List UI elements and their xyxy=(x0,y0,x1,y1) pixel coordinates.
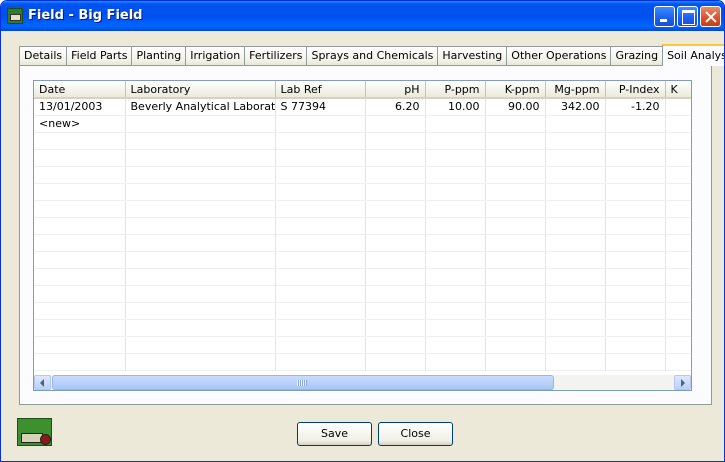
scroll-right-icon[interactable] xyxy=(674,375,691,390)
empty-cell[interactable] xyxy=(425,115,486,133)
col-header-p-ppm[interactable]: P-ppm xyxy=(425,81,486,99)
empty-cell[interactable] xyxy=(275,115,366,133)
horizontal-scrollbar[interactable] xyxy=(34,375,691,390)
cell-new-row[interactable]: <new> xyxy=(34,115,126,133)
minimize-button[interactable] xyxy=(654,6,675,27)
scrollbar-thumb[interactable] xyxy=(52,375,554,390)
col-header-laboratory[interactable]: Laboratory xyxy=(125,81,276,99)
empty-row xyxy=(34,268,691,286)
cell-date[interactable]: 13/01/2003 xyxy=(34,98,126,116)
col-header-ph[interactable]: pH xyxy=(365,81,426,99)
tab-sprays-and-chemicals[interactable]: Sprays and Chemicals xyxy=(306,46,439,66)
table-row[interactable]: 13/01/2003 Beverly Analytical Laborato..… xyxy=(34,98,691,116)
empty-row xyxy=(34,217,691,235)
col-header-k-ppm[interactable]: K-ppm xyxy=(485,81,546,99)
cell-lab-ref[interactable]: S 77394 xyxy=(275,98,366,116)
cell-p-ppm[interactable]: 10.00 xyxy=(425,98,486,116)
field-window: Field - Big Field Details Field Parts Plan… xyxy=(0,0,725,462)
empty-row xyxy=(34,285,691,303)
cell-ph[interactable]: 6.20 xyxy=(365,98,426,116)
empty-row xyxy=(34,336,691,354)
empty-cell[interactable] xyxy=(125,115,276,133)
empty-cell[interactable] xyxy=(485,115,546,133)
col-header-k-index[interactable]: K xyxy=(665,81,691,99)
cell-k-index[interactable] xyxy=(665,98,691,116)
empty-row xyxy=(34,302,691,320)
empty-cell[interactable] xyxy=(665,115,691,133)
empty-cell[interactable] xyxy=(605,115,666,133)
close-window-button[interactable] xyxy=(700,6,721,27)
empty-row xyxy=(34,166,691,184)
window-title: Field - Big Field xyxy=(28,8,143,23)
cell-mg-ppm[interactable]: 342.00 xyxy=(545,98,606,116)
save-button[interactable]: Save xyxy=(297,422,372,446)
empty-row xyxy=(34,251,691,269)
tab-details[interactable]: Details xyxy=(19,46,68,66)
empty-row xyxy=(34,319,691,337)
tab-planting[interactable]: Planting xyxy=(131,46,187,66)
soil-analysis-grid[interactable]: Date Laboratory Lab Ref pH P-ppm K-ppm M… xyxy=(33,80,692,391)
cell-k-ppm[interactable]: 90.00 xyxy=(485,98,546,116)
empty-row xyxy=(34,132,691,150)
grid-header-row: Date Laboratory Lab Ref pH P-ppm K-ppm M… xyxy=(34,81,691,99)
tab-fertilizers[interactable]: Fertilizers xyxy=(244,46,308,66)
tab-soil-analysis[interactable]: Soil Analysis xyxy=(662,44,724,66)
scrollbar-grip-icon xyxy=(297,380,307,386)
empty-row xyxy=(34,234,691,252)
col-header-p-index[interactable]: P-Index xyxy=(605,81,666,99)
tab-strip: Details Field Parts Planting Irrigation Fert… xyxy=(19,44,724,66)
title-bar[interactable]: Field - Big Field xyxy=(1,1,724,31)
col-header-date[interactable]: Date xyxy=(34,81,126,99)
empty-row xyxy=(34,200,691,218)
empty-row xyxy=(34,149,691,167)
empty-row xyxy=(34,183,691,201)
tractor-logo-icon xyxy=(17,418,52,446)
tab-grazing[interactable]: Grazing xyxy=(610,46,664,66)
cell-p-index[interactable]: -1.20 xyxy=(605,98,666,116)
field-app-icon xyxy=(7,8,23,24)
col-header-mg-ppm[interactable]: Mg-ppm xyxy=(545,81,606,99)
tab-other-operations[interactable]: Other Operations xyxy=(506,46,612,66)
maximize-button[interactable] xyxy=(677,6,698,27)
col-header-lab-ref[interactable]: Lab Ref xyxy=(275,81,366,99)
empty-cell[interactable] xyxy=(365,115,426,133)
empty-cell[interactable] xyxy=(545,115,606,133)
tab-harvesting[interactable]: Harvesting xyxy=(437,46,508,66)
close-button[interactable]: Close xyxy=(378,422,453,446)
tab-field-parts[interactable]: Field Parts xyxy=(66,46,133,66)
new-row[interactable]: <new> xyxy=(34,115,691,133)
empty-row xyxy=(34,353,691,371)
cell-laboratory[interactable]: Beverly Analytical Laborato... xyxy=(125,98,276,116)
scroll-left-icon[interactable] xyxy=(34,375,51,390)
tab-irrigation[interactable]: Irrigation xyxy=(185,46,246,66)
